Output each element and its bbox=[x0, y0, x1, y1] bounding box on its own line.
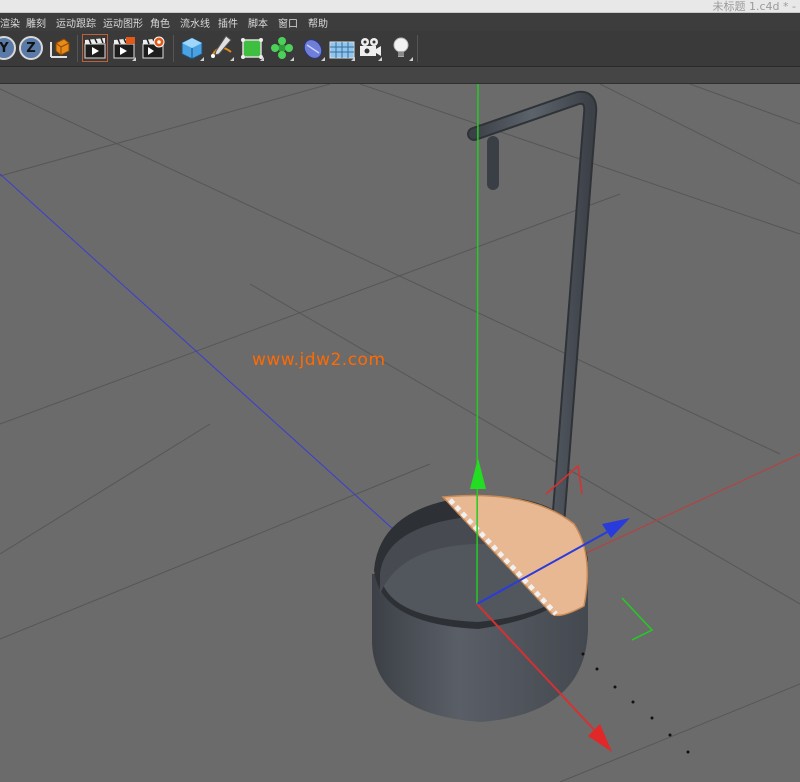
coordinate-system-icon bbox=[50, 38, 70, 58]
light-button[interactable] bbox=[388, 34, 414, 62]
faucet-object[interactable] bbox=[467, 90, 598, 531]
submenu-corner-icon bbox=[351, 57, 355, 61]
camera-button[interactable] bbox=[357, 34, 383, 62]
toolbar-separator bbox=[173, 35, 174, 62]
deformer-button[interactable] bbox=[300, 34, 326, 62]
viewport-header-strip bbox=[0, 67, 800, 84]
submenu-corner-icon bbox=[409, 57, 413, 61]
floor-button[interactable] bbox=[328, 34, 356, 62]
menu-item-script[interactable]: 脚本 bbox=[248, 15, 268, 30]
main-menu-bar: 渲染 雕刻 运动跟踪 运动图形 角色 流水线 插件 脚本 窗口 帮助 bbox=[0, 13, 800, 31]
submenu-corner-icon bbox=[321, 57, 325, 61]
menu-item-window[interactable]: 窗口 bbox=[278, 15, 298, 30]
gizmo-y-axis bbox=[476, 84, 479, 605]
menu-item-plugins[interactable]: 插件 bbox=[218, 15, 238, 30]
subdivision-surface-button[interactable] bbox=[239, 34, 265, 62]
3d-viewport[interactable]: www.jdw2.com bbox=[0, 84, 800, 782]
menu-item-sculpt[interactable]: 雕刻 bbox=[26, 15, 46, 30]
submenu-corner-icon bbox=[378, 57, 382, 61]
toolbar-separator bbox=[77, 35, 78, 62]
submenu-corner-icon bbox=[290, 57, 294, 61]
gizmo-green-plane-handle[interactable] bbox=[621, 597, 654, 641]
z-axis-label: Z bbox=[26, 40, 36, 56]
toolbar-separator bbox=[417, 35, 418, 62]
render-to-picture-viewer-button[interactable] bbox=[111, 34, 137, 62]
viewport-scene[interactable] bbox=[0, 84, 800, 782]
render-settings-icon bbox=[142, 36, 165, 59]
cube-object-button[interactable] bbox=[179, 34, 205, 62]
gizmo-y-arrow[interactable] bbox=[470, 458, 486, 489]
window-title: 未标题 1.c4d * - bbox=[712, 0, 796, 13]
y-axis-lock-button[interactable]: Y bbox=[0, 36, 16, 60]
submenu-corner-icon bbox=[200, 57, 204, 61]
watermark-text: www.jdw2.com bbox=[252, 350, 386, 370]
y-axis-label: Y bbox=[0, 40, 9, 56]
render-settings-button[interactable] bbox=[140, 34, 166, 62]
main-toolbar: Y Z bbox=[0, 31, 800, 67]
cloner-button[interactable] bbox=[269, 34, 295, 62]
menu-item-pipeline[interactable]: 流水线 bbox=[180, 15, 210, 30]
menu-item-mograph[interactable]: 运动图形 bbox=[103, 15, 143, 30]
menu-item-render[interactable]: 渲染 bbox=[0, 15, 20, 30]
menu-item-character[interactable]: 角色 bbox=[150, 15, 170, 30]
submenu-corner-icon bbox=[260, 57, 264, 61]
coordinate-system-button[interactable] bbox=[46, 34, 72, 62]
menu-item-help[interactable]: 帮助 bbox=[308, 15, 328, 30]
submenu-corner-icon bbox=[132, 57, 136, 61]
window-titlebar: 未标题 1.c4d * - bbox=[0, 0, 800, 13]
menu-item-motion-tracking[interactable]: 运动跟踪 bbox=[56, 15, 96, 30]
render-view-button[interactable] bbox=[82, 34, 108, 62]
render-view-icon bbox=[84, 37, 106, 59]
pen-spline-button[interactable] bbox=[209, 34, 235, 62]
z-axis-lock-button[interactable]: Z bbox=[19, 36, 43, 60]
submenu-corner-icon bbox=[230, 57, 234, 61]
